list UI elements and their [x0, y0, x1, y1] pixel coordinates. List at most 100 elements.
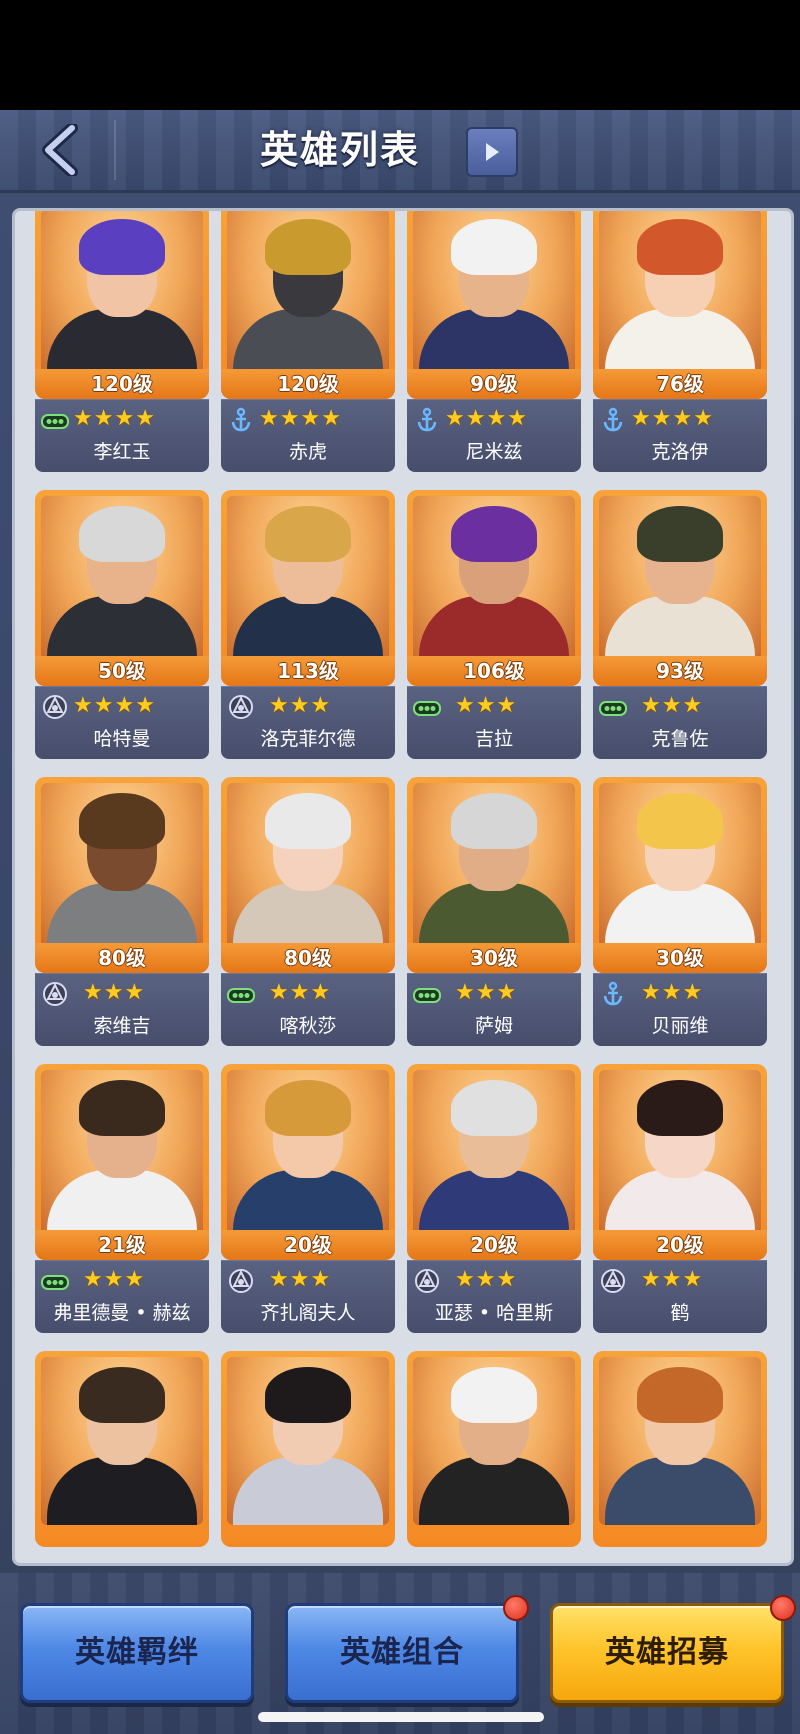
portrait-art: [599, 1070, 761, 1238]
hero-figure-hair: [79, 1367, 165, 1423]
star-icon: ★: [73, 406, 93, 431]
hero-figure-hair: [265, 1080, 351, 1136]
hero-info: ★ ★ ★ 索维吉: [35, 973, 209, 1046]
hero-class-icon: [227, 1269, 255, 1293]
hero-info: ★ ★ ★ 齐扎阁夫人: [221, 1260, 395, 1333]
hero-name: 赤虎: [288, 441, 327, 463]
air-class-icon: [43, 982, 67, 1006]
air-class-icon: [229, 695, 253, 719]
star-icon: ★: [465, 406, 486, 431]
star-icon: ★: [83, 1267, 103, 1292]
star-icon: ★: [631, 406, 651, 431]
hero-info: ★ ★ ★ 弗里德曼 • 赫兹: [35, 1260, 209, 1333]
hero-level: 80级: [221, 943, 395, 973]
hero-info: ★ ★ ★ ★ 尼米兹: [407, 399, 581, 472]
hero-portrait: 20级: [407, 1064, 581, 1260]
hero-star-rating: ★ ★ ★: [269, 980, 330, 1006]
star-icon: ★: [661, 1267, 682, 1292]
star-icon: ★: [259, 406, 279, 431]
hero-figure-hair: [637, 219, 723, 275]
star-icon: ★: [289, 980, 310, 1005]
hero-name: 克鲁佐: [651, 728, 709, 750]
header-bar: 英雄列表: [0, 110, 800, 193]
star-icon: ★: [661, 693, 682, 718]
hero-info: ★ ★ ★ 贝丽维: [593, 973, 767, 1046]
star-icon: ★: [455, 693, 475, 718]
star-icon: ★: [455, 1267, 475, 1292]
portrait-art: [599, 1357, 761, 1525]
hero-class-icon: [599, 695, 627, 719]
hero-portrait: [593, 1351, 767, 1547]
star-icon: ★: [93, 406, 114, 431]
hero-class-icon: [413, 982, 441, 1006]
tank-class-icon: [227, 988, 255, 1003]
hero-figure-body: [605, 596, 755, 664]
hero-info: ★ ★ ★ 鹤: [593, 1260, 767, 1333]
hero-info: ★ ★ ★ 喀秋莎: [221, 973, 395, 1046]
hero-list-panel[interactable]: 120级 ★ ★ ★ ★ 李红玉 120级 ★ ★ ★ ★ 赤虎 90级 ★ ★ ★ ★ 尼米兹 76级 ★ ★ ★ ★ 克洛…: [12, 208, 794, 1566]
star-icon: ★: [93, 693, 114, 718]
hero-info: ★ ★ ★ 吉拉: [407, 686, 581, 759]
portrait-art: [227, 783, 389, 951]
hero-info: ★ ★ ★ ★ 哈特曼: [35, 686, 209, 759]
hero-class-icon: [41, 982, 69, 1006]
hero-portrait: 30级: [593, 777, 767, 973]
hero-name: 吉拉: [474, 728, 513, 750]
hero-figure-body: [233, 309, 383, 377]
hero-class-icon: [599, 1269, 627, 1293]
hero-figure-hair: [265, 219, 351, 275]
hero-level: 113级: [221, 656, 395, 686]
hero-star-rating: ★ ★ ★: [641, 980, 702, 1006]
star-icon: ★: [73, 693, 93, 718]
back-button[interactable]: [30, 122, 90, 178]
hero-star-rating: ★ ★ ★ ★: [259, 406, 341, 432]
hero-info: ★ ★ ★ ★ 赤虎: [221, 399, 395, 472]
hero-figure-body: [233, 1457, 383, 1525]
anchor-class-icon: [603, 407, 623, 432]
hero-figure-hair: [637, 506, 723, 562]
hero-class-icon: [41, 695, 69, 719]
hero-level: 106级: [407, 656, 581, 686]
portrait-art: [227, 211, 389, 377]
hero-name: 尼米兹: [465, 441, 523, 463]
hero-star-rating: ★ ★ ★: [641, 1267, 702, 1293]
portrait-art: [41, 211, 203, 377]
hero-bond-button[interactable]: 英雄羁绊: [20, 1603, 254, 1703]
hero-name: 贝丽维: [651, 1015, 709, 1037]
hero-info: ★ ★ ★ 洛克菲尔德: [221, 686, 395, 759]
anchor-class-icon: [417, 407, 437, 432]
hero-level: 20级: [593, 1230, 767, 1260]
hero-combo-button[interactable]: 英雄组合: [285, 1603, 519, 1703]
star-icon: ★: [300, 406, 321, 431]
hero-figure-hair: [79, 506, 165, 562]
star-icon: ★: [289, 1267, 310, 1292]
header-divider: [114, 120, 116, 180]
hero-star-rating: ★ ★ ★ ★: [445, 406, 527, 432]
hero-figure-hair: [79, 793, 165, 849]
hero-info: ★ ★ ★ 萨姆: [407, 973, 581, 1046]
star-icon: ★: [114, 693, 135, 718]
hero-portrait: 120级: [221, 211, 395, 399]
hero-star-rating: ★ ★ ★: [83, 1267, 144, 1293]
hero-name: 洛克菲尔德: [260, 728, 356, 750]
hero-portrait: 106级: [407, 490, 581, 686]
star-icon: ★: [661, 980, 682, 1005]
hero-portrait: 80级: [221, 777, 395, 973]
hero-recruit-button[interactable]: 英雄招募: [550, 1603, 784, 1703]
hero-info: ★ ★ ★ 亚瑟 • 哈里斯: [407, 1260, 581, 1333]
anchor-class-icon: [603, 981, 623, 1006]
hero-class-icon: [599, 407, 627, 432]
hero-level: 120级: [35, 369, 209, 399]
star-icon: ★: [455, 980, 475, 1005]
star-icon: ★: [475, 693, 496, 718]
hero-figure-body: [47, 1457, 197, 1525]
hero-figure-hair: [637, 1367, 723, 1423]
hero-figure-hair: [451, 1080, 537, 1136]
next-page-button[interactable]: [466, 127, 518, 177]
hero-star-rating: ★ ★ ★: [269, 1267, 330, 1293]
hero-level: 120级: [221, 369, 395, 399]
portrait-art: [41, 1070, 203, 1238]
hero-name: 李红玉: [93, 441, 151, 463]
hero-name: 亚瑟 • 哈里斯: [434, 1302, 554, 1324]
air-class-icon: [43, 695, 67, 719]
